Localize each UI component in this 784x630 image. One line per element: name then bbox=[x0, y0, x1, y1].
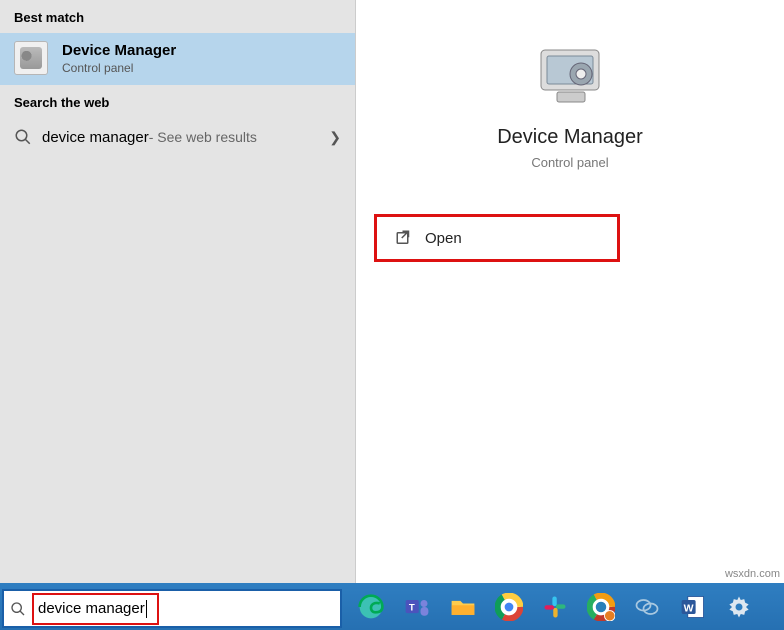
best-match-subtitle: Control panel bbox=[62, 61, 176, 75]
taskbar-teams-icon[interactable]: T bbox=[394, 583, 440, 630]
web-result-row[interactable]: device manager - See web results ❯ bbox=[0, 118, 355, 156]
web-result-suffix: - See web results bbox=[149, 129, 257, 145]
watermark: wsxdn.com bbox=[725, 568, 780, 580]
open-label: Open bbox=[425, 230, 462, 247]
taskbar: device manager T W bbox=[0, 583, 784, 630]
search-icon bbox=[14, 128, 32, 146]
taskbar-chrome-icon[interactable] bbox=[486, 583, 532, 630]
chevron-right-icon: ❯ bbox=[329, 129, 341, 146]
search-input-highlight: device manager bbox=[32, 593, 159, 625]
taskbar-word-icon[interactable]: W bbox=[670, 583, 716, 630]
best-match-title: Device Manager bbox=[62, 42, 176, 59]
taskbar-slack-icon[interactable] bbox=[532, 583, 578, 630]
search-input-value: device manager bbox=[38, 600, 145, 617]
taskbar-skype-icon[interactable] bbox=[624, 583, 670, 630]
detail-subtitle: Control panel bbox=[356, 155, 784, 170]
search-icon bbox=[4, 601, 32, 617]
taskbar-search-box[interactable]: device manager bbox=[2, 589, 342, 628]
open-icon bbox=[395, 229, 413, 247]
svg-text:T: T bbox=[409, 602, 415, 613]
svg-text:W: W bbox=[684, 602, 694, 614]
taskbar-settings-icon[interactable] bbox=[716, 583, 762, 630]
taskbar-chrome-beta-icon[interactable] bbox=[578, 583, 624, 630]
detail-title: Device Manager bbox=[356, 126, 784, 149]
device-manager-large-icon bbox=[533, 44, 607, 108]
search-web-header: Search the web bbox=[0, 85, 355, 118]
device-manager-icon bbox=[14, 41, 48, 75]
open-button[interactable]: Open bbox=[374, 214, 620, 262]
web-result-query: device manager bbox=[42, 129, 149, 146]
taskbar-edge-icon[interactable] bbox=[348, 583, 394, 630]
best-match-result[interactable]: Device Manager Control panel bbox=[0, 33, 355, 85]
search-results-pane: Best match Device Manager Control panel … bbox=[0, 0, 356, 583]
result-detail-pane: Device Manager Control panel Open bbox=[356, 0, 784, 583]
best-match-header: Best match bbox=[0, 0, 355, 33]
taskbar-file-explorer-icon[interactable] bbox=[440, 583, 486, 630]
